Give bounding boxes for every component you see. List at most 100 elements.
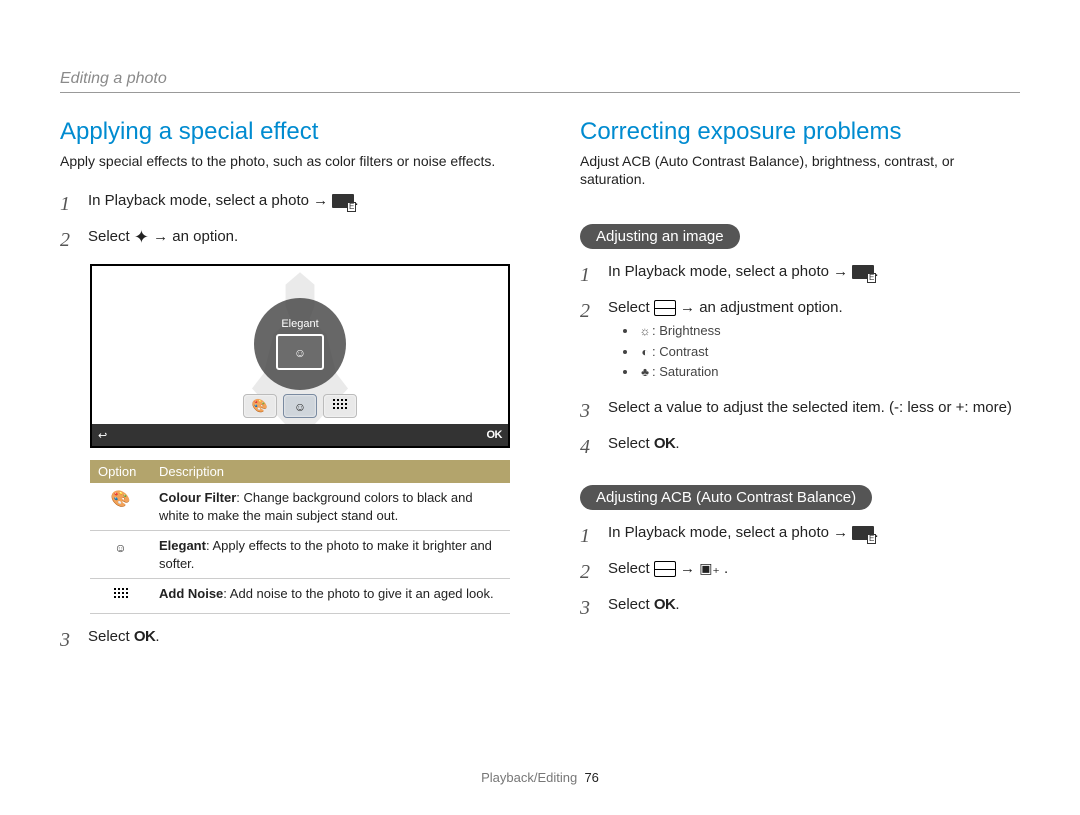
ok-icon: OK — [654, 435, 676, 452]
page-footer: Playback/Editing 76 — [0, 770, 1080, 785]
ok-icon: OK — [654, 596, 676, 613]
elegant-button[interactable] — [283, 394, 317, 418]
left-title: Applying a special effect — [60, 118, 540, 146]
step-text: an adjustment option. — [699, 299, 842, 316]
footer-section: Playback/Editing — [481, 770, 577, 785]
option-name: Colour Filter — [159, 490, 236, 505]
palette-icon: 🎨 — [90, 483, 151, 531]
effects-icon: ✦ — [134, 228, 149, 246]
table-header-row: Option Description — [90, 460, 510, 483]
elegant-icon — [90, 531, 151, 579]
noise-button[interactable] — [323, 394, 357, 418]
subheading-adjusting-acb: Adjusting ACB (Auto Contrast Balance) — [580, 485, 872, 510]
step-text: Select — [608, 560, 654, 577]
list-item: ◐: Contrast — [638, 343, 1020, 361]
step-text: an option. — [172, 228, 238, 245]
option-name: Add Noise — [159, 586, 223, 601]
palette-button[interactable]: 🎨 — [243, 394, 277, 418]
step-text: Select a value to adjust the selected it… — [608, 397, 1020, 418]
page-number: 76 — [584, 770, 598, 785]
option-desc: : Apply effects to the photo to make it … — [159, 538, 492, 571]
table-row: Elegant: Apply effects to the photo to m… — [90, 531, 510, 579]
noise-icon — [90, 579, 151, 614]
table-row: 🎨 Colour Filter: Change background color… — [90, 483, 510, 531]
elegant-thumb-icon — [294, 344, 306, 361]
table-desc: Colour Filter: Change background colors … — [151, 483, 510, 531]
step-text: In Playback mode, select a photo — [608, 524, 833, 541]
brightness-icon: ☼ — [638, 323, 652, 340]
ok-icon[interactable]: OK — [487, 429, 503, 441]
r1-step-4: 4 Select OK. — [580, 433, 1020, 461]
step-text: Select — [88, 228, 134, 245]
bullet-label: : Contrast — [652, 344, 708, 359]
r2-step-1: 1 In Playback mode, select a photo → . — [580, 522, 1020, 550]
step-text: Select — [608, 435, 654, 452]
left-column: Applying a special effect Apply special … — [60, 118, 540, 662]
left-step-2: 2 Select ✦ → an option. — [60, 226, 540, 254]
table-header-desc: Description — [151, 460, 510, 483]
step-number: 4 — [580, 433, 608, 461]
r1-step-3: 3 Select a value to adjust the selected … — [580, 397, 1020, 425]
r2-step-3: 3 Select OK. — [580, 594, 1020, 622]
elegant-icon — [294, 399, 306, 414]
step-text: Select — [608, 299, 654, 316]
table-row: Add Noise: Add noise to the photo to giv… — [90, 579, 510, 614]
ok-icon: OK — [134, 628, 156, 645]
arrow-icon: → — [680, 560, 695, 577]
r2-step-2: 2 Select → ▣₊ . — [580, 558, 1020, 586]
running-head: Editing a photo — [60, 70, 1020, 93]
left-step-1: 1 In Playback mode, select a photo → . — [60, 190, 540, 218]
saturation-icon: ♣ — [638, 364, 652, 381]
subheading-adjusting-image: Adjusting an image — [580, 224, 740, 249]
r1-step-2: 2 Select → an adjustment option. ☼: Brig… — [580, 297, 1020, 389]
arrow-icon: → — [833, 524, 848, 541]
step-number: 1 — [60, 190, 88, 218]
selection-wheel: Elegant — [254, 298, 346, 390]
right-title: Correcting exposure problems — [580, 118, 1020, 146]
step-number: 3 — [580, 397, 608, 425]
bullet-label: : Brightness — [652, 323, 721, 338]
columns: Applying a special effect Apply special … — [60, 118, 1020, 662]
step-text: . — [155, 628, 159, 645]
step-number: 2 — [580, 558, 608, 586]
arrow-icon: → — [680, 299, 695, 316]
playback-edit-icon — [332, 194, 354, 208]
options-table: Option Description 🎨 Colour Filter: Chan… — [90, 460, 510, 614]
selection-label: Elegant — [281, 318, 318, 330]
step-number: 2 — [580, 297, 608, 325]
option-desc: : Add noise to the photo to give it an a… — [223, 586, 493, 601]
adjust-icon — [654, 300, 676, 316]
step-text: . — [720, 560, 728, 577]
left-step-3: 3 Select OK. — [60, 626, 540, 654]
screenshot-toolbar: ↩ OK — [92, 424, 508, 446]
bullet-label: : Saturation — [652, 364, 719, 379]
list-item: ♣: Saturation — [638, 363, 1020, 381]
grid-icon — [333, 399, 347, 414]
step-number: 1 — [580, 522, 608, 550]
adjustment-bullets: ☼: Brightness ◐: Contrast ♣: Saturation — [638, 322, 1020, 381]
step-text: In Playback mode, select a photo — [608, 263, 833, 280]
table-desc: Elegant: Apply effects to the photo to m… — [151, 531, 510, 579]
step-text: Select — [608, 596, 654, 613]
step-number: 1 — [580, 261, 608, 289]
step-text: . — [675, 435, 679, 452]
table-desc: Add Noise: Add noise to the photo to giv… — [151, 579, 510, 614]
playback-edit-icon — [852, 526, 874, 540]
option-name: Elegant — [159, 538, 206, 553]
acb-icon: ▣₊ — [699, 559, 720, 579]
step-number: 2 — [60, 226, 88, 254]
contrast-icon: ◐ — [638, 344, 652, 361]
back-icon[interactable]: ↩ — [98, 429, 107, 442]
right-intro: Adjust ACB (Auto Contrast Balance), brig… — [580, 152, 1020, 188]
page: Editing a photo Applying a special effec… — [0, 0, 1080, 815]
list-item: ☼: Brightness — [638, 322, 1020, 340]
step-number: 3 — [580, 594, 608, 622]
table-header-option: Option — [90, 460, 151, 483]
arrow-icon: → — [833, 263, 848, 280]
screenshot-body: Elegant 🎨 — [92, 266, 508, 424]
arrow-icon: → — [313, 192, 328, 209]
playback-edit-icon — [852, 265, 874, 279]
left-intro: Apply special effects to the photo, such… — [60, 152, 540, 170]
selection-thumb — [276, 334, 324, 370]
step-text: In Playback mode, select a photo — [88, 192, 313, 209]
